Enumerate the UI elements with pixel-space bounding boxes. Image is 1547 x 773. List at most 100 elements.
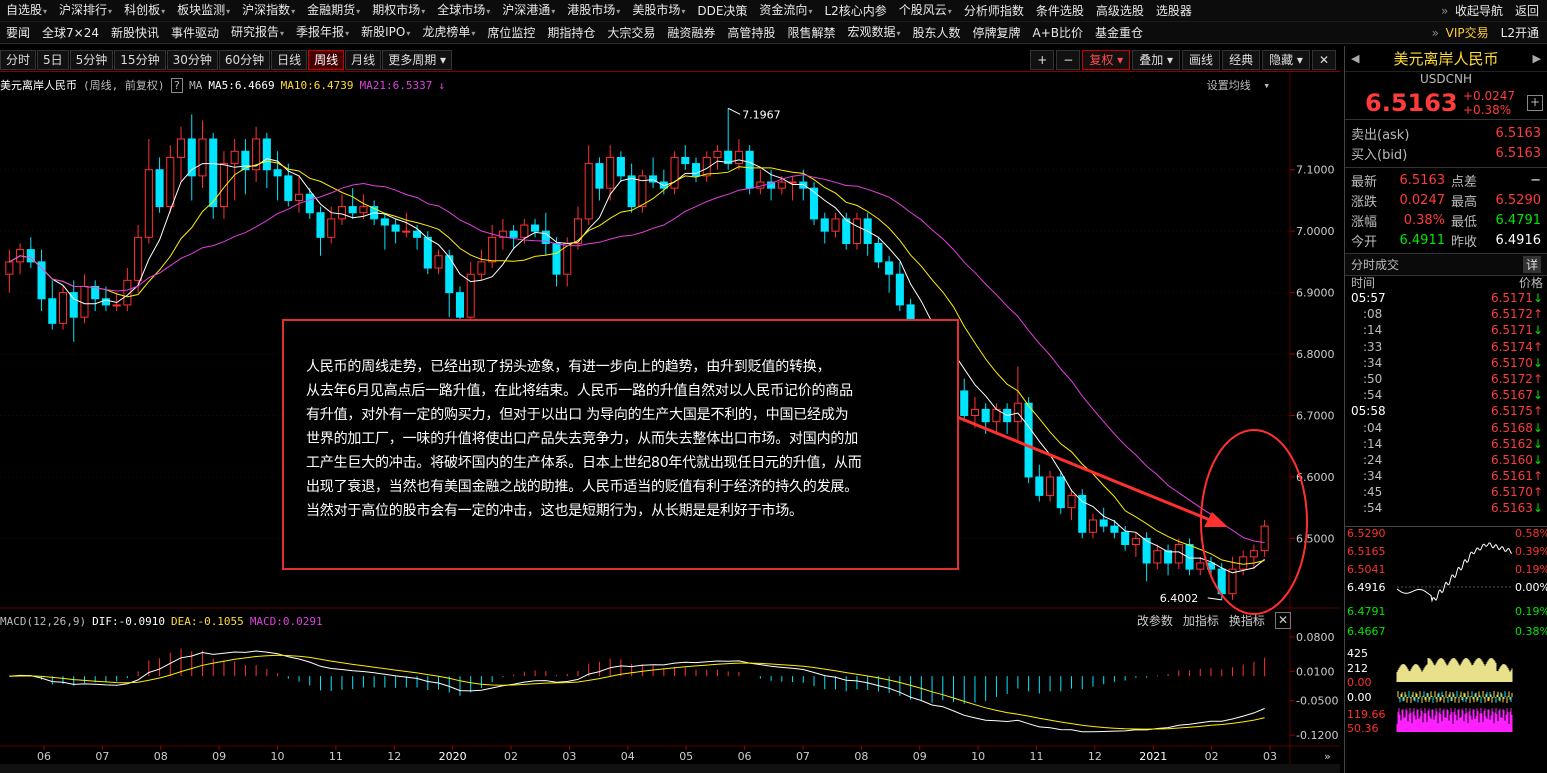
- toolbar-button-6[interactable]: 隐藏 ▾: [1262, 50, 1310, 70]
- sub-nav-item-10[interactable]: 大宗交易: [601, 22, 661, 44]
- macd-control-1[interactable]: 加指标: [1183, 612, 1219, 629]
- sub-nav-item-3[interactable]: 事件驱动: [165, 22, 225, 44]
- main-nav-right-1[interactable]: 返回: [1509, 0, 1545, 22]
- period-tab-3[interactable]: 15分钟: [114, 49, 166, 70]
- main-nav-item-1[interactable]: 沪深排行▾: [53, 0, 118, 23]
- candle: [187, 114, 196, 201]
- close-icon[interactable]: ✕: [1274, 612, 1291, 629]
- close-icon[interactable]: ✕: [1311, 50, 1336, 70]
- candle-body: [273, 169, 282, 177]
- sub-nav-item-5[interactable]: 季报年报▾: [290, 21, 355, 45]
- sub-nav-item-2[interactable]: 新股快讯: [105, 22, 165, 44]
- main-nav-item-10[interactable]: 美股市场▾: [626, 0, 691, 23]
- sub-nav-item-11[interactable]: 融资融券: [661, 22, 721, 44]
- period-tab-9[interactable]: 更多周期 ▾: [382, 49, 453, 70]
- candle: [176, 126, 186, 183]
- period-tab-7[interactable]: 周线: [308, 49, 345, 70]
- quote-name: 美元离岸人民币: [1393, 50, 1499, 68]
- sub-nav-item-7[interactable]: 龙虎榜单▾: [416, 21, 481, 45]
- macd-control-2[interactable]: 换指标: [1229, 612, 1265, 629]
- sub-nav-item-0[interactable]: 要闻: [0, 22, 36, 44]
- toolbar-button-0[interactable]: +: [1030, 50, 1055, 70]
- chevron-down-icon: ▾: [681, 6, 686, 16]
- period-tab-0[interactable]: 分时: [0, 49, 37, 70]
- toolbar-button-5[interactable]: 经典: [1222, 50, 1261, 70]
- period-tab-8[interactable]: 月线: [345, 49, 382, 70]
- high-label: 7.1967: [742, 108, 781, 121]
- main-nav-right-0[interactable]: 收起导航: [1449, 0, 1509, 22]
- down-arrow-icon: ↓: [1532, 323, 1543, 338]
- sub-nav-item-6[interactable]: 新股IPO▾: [355, 21, 416, 45]
- ticks-header: 时间 价格: [1345, 276, 1547, 290]
- main-nav-item-7[interactable]: 全球市场▾: [431, 0, 496, 23]
- main-nav-item-9[interactable]: 港股市场▾: [561, 0, 626, 23]
- tick-time: :33: [1363, 339, 1383, 354]
- chevron-right-icon[interactable]: »: [1426, 22, 1445, 44]
- candle-body: [380, 218, 389, 226]
- candle: [777, 175, 786, 195]
- sub-nav-item-12[interactable]: 高管持股: [721, 22, 781, 44]
- ticks-detail-button[interactable]: 详: [1522, 256, 1541, 273]
- next-arrow-icon[interactable]: ▶: [1533, 52, 1541, 65]
- period-tab-2[interactable]: 5分钟: [69, 49, 114, 70]
- main-nav-item-2[interactable]: 科创板▾: [118, 0, 171, 23]
- main-nav-item-15[interactable]: 分析师指数: [958, 0, 1030, 22]
- sub-nav-item-4[interactable]: 研究报告▾: [225, 21, 290, 45]
- period-tab-4[interactable]: 30分钟: [166, 49, 218, 70]
- up-arrow-icon: ↑: [1532, 371, 1543, 386]
- candle-body: [434, 255, 443, 269]
- sub-nav-item-16[interactable]: 停牌复牌: [967, 22, 1027, 44]
- add-icon[interactable]: +: [1527, 94, 1543, 111]
- candle: [337, 194, 346, 226]
- sub-nav-item-8[interactable]: 席位监控: [481, 22, 541, 44]
- candle: [498, 218, 507, 250]
- sub-nav-item-17[interactable]: A+B比价: [1027, 22, 1090, 44]
- main-nav-item-13[interactable]: L2核心内参: [818, 0, 892, 22]
- time-tick-label: 09: [212, 750, 226, 763]
- main-nav-item-5[interactable]: 金融期货▾: [301, 0, 366, 23]
- candle-body: [80, 285, 89, 318]
- chart-toolbar: 分时 5日 5分钟 15分钟 30分钟 60分钟 日线 周线 月线 更多周期 ▾ + − 复权 ▾ 叠加…: [0, 48, 1340, 72]
- chevron-right-icon[interactable]: »: [1435, 0, 1454, 22]
- main-nav: 自选股▾ 沪深排行▾ 科创板▾ 板块监测▾ 沪深指数▾ 金融期货▾ 期权市场▾ 全球市场▾ 沪深…: [0, 0, 1547, 22]
- main-nav-item-17[interactable]: 高级选股: [1090, 0, 1150, 22]
- period-tab-5[interactable]: 60分钟: [218, 49, 271, 70]
- help-icon[interactable]: ?: [170, 77, 184, 93]
- prev-arrow-icon[interactable]: ◀: [1351, 52, 1359, 65]
- period-tab-6[interactable]: 日线: [271, 49, 308, 70]
- sub-nav-right-1[interactable]: L2开通: [1495, 22, 1545, 44]
- bottom-indicator-tabs[interactable]: [0, 764, 1340, 773]
- toolbar-button-4[interactable]: 画线: [1182, 50, 1221, 70]
- candle-body: [316, 212, 325, 238]
- mini-left-label: 0.00: [1347, 691, 1372, 704]
- scroll-right-icon: »: [1324, 750, 1331, 763]
- main-nav-item-4[interactable]: 沪深指数▾: [236, 0, 301, 23]
- period-tab-1[interactable]: 5日: [37, 49, 69, 70]
- sub-nav-item-1[interactable]: 全球7×24: [36, 22, 105, 44]
- sub-nav-right-0[interactable]: VIP交易: [1440, 22, 1495, 44]
- main-nav-item-18[interactable]: 选股器: [1150, 0, 1198, 22]
- sub-nav-item-13[interactable]: 限售解禁: [781, 22, 841, 44]
- main-nav-item-14[interactable]: 个股风云▾: [893, 0, 958, 23]
- main-nav-item-3[interactable]: 板块监测▾: [171, 0, 236, 23]
- mini-left-label: 212: [1347, 662, 1368, 675]
- sub-nav-label: 龙虎榜单: [422, 24, 471, 39]
- macd-control-0[interactable]: 改参数: [1137, 612, 1173, 629]
- main-nav-item-8[interactable]: 沪深港通▾: [496, 0, 561, 23]
- sub-nav-item-14[interactable]: 宏观数据▾: [841, 21, 906, 45]
- main-nav-item-11[interactable]: DDE决策: [691, 0, 753, 22]
- main-nav-item-12[interactable]: 资金流向▾: [753, 0, 818, 23]
- sub-nav-item-9[interactable]: 期指持仓: [541, 22, 601, 44]
- toolbar-button-3[interactable]: 叠加 ▾: [1132, 50, 1181, 70]
- main-nav-item-6[interactable]: 期权市场▾: [366, 0, 431, 23]
- toolbar-button-2[interactable]: 复权 ▾: [1082, 50, 1131, 70]
- toolbar-button-1[interactable]: −: [1056, 50, 1081, 70]
- mini-right-label: 0.58%: [1515, 527, 1547, 540]
- main-nav-item-0[interactable]: 自选股▾: [0, 0, 53, 23]
- candle: [1046, 470, 1055, 502]
- main-nav-item-16[interactable]: 条件选股: [1030, 0, 1090, 22]
- ma-settings-button[interactable]: 设置均线 ▾: [1207, 77, 1270, 93]
- stat-label: 昨收: [1451, 234, 1478, 250]
- sub-nav-item-18[interactable]: 基金重仓: [1089, 22, 1149, 44]
- sub-nav-item-15[interactable]: 股东人数: [906, 22, 966, 44]
